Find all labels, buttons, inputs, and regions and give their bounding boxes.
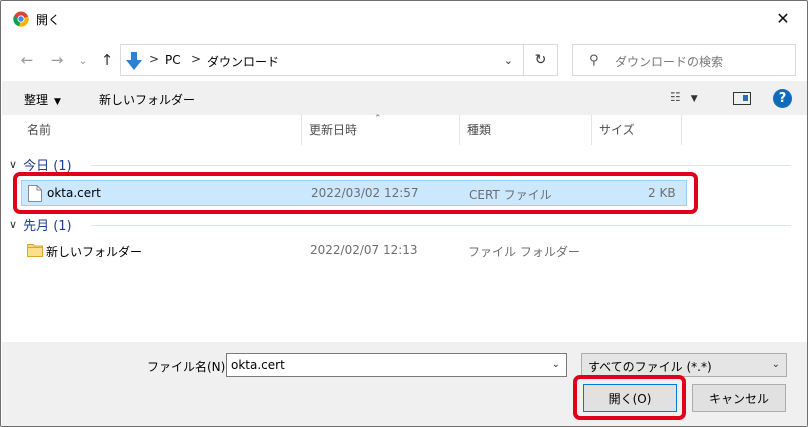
group-header-last-month[interactable]: ∨ 先月 (1) [9, 215, 72, 234]
address-bar[interactable]: > PC > ダウンロード ⌄ [120, 44, 524, 76]
organize-label: 整理 [24, 93, 49, 107]
breadcrumb-downloads[interactable]: ダウンロード [207, 53, 279, 70]
back-button[interactable]: ← [16, 49, 38, 71]
column-type[interactable]: 種類 [460, 115, 592, 145]
file-modified: 2022/03/02 12:57 [311, 186, 419, 200]
chevron-down-icon: ∨ [9, 218, 18, 231]
breadcrumb-separator: > [191, 52, 202, 66]
document-icon [28, 185, 42, 202]
chrome-icon [13, 11, 29, 27]
column-size[interactable]: サイズ [592, 115, 682, 145]
recent-locations-button[interactable]: ⌄ [72, 49, 94, 71]
refresh-button[interactable]: ↻ [524, 44, 558, 76]
breadcrumb-pc[interactable]: PC [165, 53, 181, 67]
group-header-today[interactable]: ∨ 今日 (1) [9, 155, 72, 174]
chevron-down-icon: ⌄ [771, 359, 780, 370]
filename-label: ファイル名(N): [147, 360, 230, 374]
group-divider [91, 165, 791, 166]
search-icon: ⚲ [589, 53, 599, 68]
file-name: okta.cert [47, 186, 101, 200]
navigation-bar: ← → ⌄ ↑ > PC > ダウンロード ⌄ ↻ ⚲ ダウンロードの検索 [2, 41, 807, 79]
chevron-down-icon[interactable]: ⌄ [504, 54, 513, 67]
column-name[interactable]: 名前 [20, 115, 302, 145]
close-icon: ✕ [776, 8, 790, 28]
change-view-button[interactable]: ☷ ▼ [670, 90, 698, 104]
cancel-button[interactable]: キャンセル [692, 384, 786, 412]
open-file-dialog: 開く ✕ ← → ⌄ ↑ > PC > ダウンロード ⌄ ↻ ⚲ ダウンロードの… [0, 0, 808, 427]
chevron-down-icon[interactable]: ⌄ [552, 359, 560, 370]
file-size: 2 KB [648, 186, 676, 200]
filetype-select[interactable]: すべてのファイル (*.*) ⌄ [581, 353, 787, 377]
folder-icon [27, 244, 43, 257]
command-bar: 整理 ▼ 新しいフォルダー ☷ ▼ ? [2, 81, 807, 115]
window-title: 開く [36, 13, 61, 27]
download-arrow-icon [126, 52, 142, 70]
dialog-footer: ファイル名(N): okta.cert ⌄ すべてのファイル (*.*) ⌄ 開… [2, 342, 807, 426]
title-bar: 開く ✕ [2, 2, 807, 34]
file-name: 新しいフォルダー [46, 245, 143, 259]
organize-menu-button[interactable]: 整理 ▼ [24, 91, 61, 108]
chevron-down-icon: ∨ [9, 158, 18, 171]
close-button[interactable]: ✕ [763, 3, 803, 33]
search-input[interactable]: ⚲ ダウンロードの検索 [572, 44, 796, 76]
preview-pane-icon[interactable] [733, 92, 751, 105]
forward-button[interactable]: → [46, 49, 68, 71]
file-row[interactable]: okta.cert 2022/03/02 12:57 CERT ファイル 2 K… [21, 180, 687, 206]
refresh-icon: ↻ [534, 52, 547, 68]
sort-indicator-icon: ⌃ [374, 114, 382, 124]
chevron-down-icon: ⌄ [78, 53, 88, 67]
new-folder-button[interactable]: 新しいフォルダー [99, 91, 195, 108]
group-divider [91, 225, 791, 226]
view-list-icon: ☷ [670, 90, 681, 104]
forward-arrow-icon: → [50, 51, 64, 69]
file-type: CERT ファイル [469, 188, 552, 202]
caret-down-icon: ▼ [54, 97, 61, 107]
back-arrow-icon: ← [20, 51, 34, 69]
search-placeholder: ダウンロードの検索 [615, 55, 724, 69]
caret-down-icon: ▼ [690, 94, 698, 104]
up-button[interactable]: ↑ [96, 49, 118, 71]
file-row[interactable]: 新しいフォルダー 2022/02/07 12:13 ファイル フォルダー [21, 238, 687, 264]
file-type: ファイル フォルダー [468, 245, 580, 259]
file-modified: 2022/02/07 12:13 [310, 243, 418, 257]
help-icon[interactable]: ? [773, 89, 792, 108]
column-header: 名前 更新日時 ⌃ 種類 サイズ [2, 114, 807, 145]
open-button[interactable]: 開く(O) [583, 384, 677, 412]
filename-field[interactable]: okta.cert ⌄ [226, 353, 567, 377]
group-label: 先月 (1) [23, 219, 72, 234]
filename-value: okta.cert [231, 358, 285, 372]
filetype-value: すべてのファイル (*.*) [588, 360, 712, 374]
group-label: 今日 (1) [23, 159, 72, 174]
up-arrow-icon: ↑ [100, 51, 114, 69]
breadcrumb-separator: > [149, 52, 160, 66]
